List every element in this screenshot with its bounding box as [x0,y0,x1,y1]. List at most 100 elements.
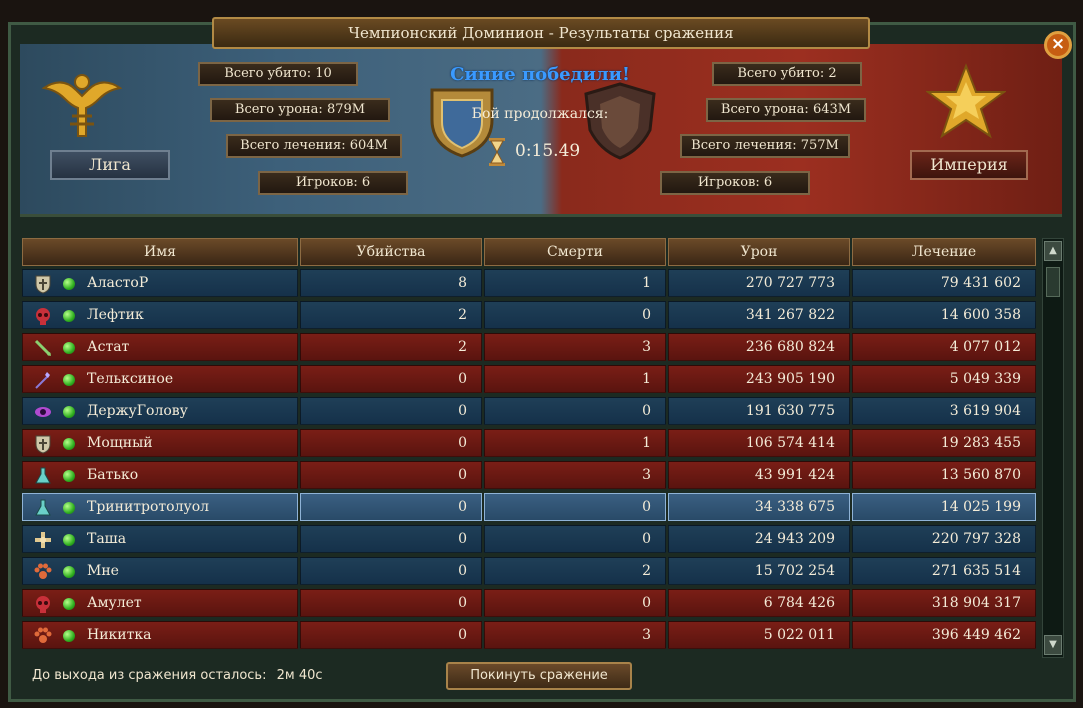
healing-cell: 220 797 328 [852,525,1036,553]
exit-countdown: До выхода из сражения осталось: 2м 40с [32,668,323,683]
footer-bar: До выхода из сражения осталось: 2м 40с П… [20,660,1062,696]
table-row[interactable]: Мне 0 2 15 702 254 271 635 514 [20,556,1038,586]
table-row[interactable]: Мощный 0 1 106 574 414 19 283 455 [20,428,1038,458]
deaths-cell: 0 [484,589,666,617]
flask-icon [35,467,51,484]
skull-icon [36,308,50,325]
player-name: Астат [87,339,130,355]
arrow-icon [34,339,52,357]
close-button[interactable]: × [1044,31,1072,59]
player-name: Никитка [87,627,152,643]
battle-duration-value: 0:15.49 [515,141,581,161]
player-name: Амулет [87,595,142,611]
kills-cell: 2 [300,333,482,361]
right-total-damage: Всего урона: 643M [706,98,866,122]
player-name-cell: АластоР [22,269,298,297]
damage-cell: 24 943 209 [668,525,850,553]
leave-battle-button[interactable]: Покинуть сражение [446,662,632,690]
table-row[interactable]: Лефтик 2 0 341 267 822 14 600 358 [20,300,1038,330]
table-row[interactable]: Амулет 0 0 6 784 426 318 904 317 [20,588,1038,618]
deaths-cell: 0 [484,493,666,521]
table-row[interactable]: Тринитротолуол 0 0 34 338 675 14 025 199 [20,492,1038,522]
column-header-deaths[interactable]: Смерти [484,238,666,266]
player-name: Таша [87,531,127,547]
healing-cell: 13 560 870 [852,461,1036,489]
table-row[interactable]: Астат 2 3 236 680 824 4 077 012 [20,332,1038,362]
exit-countdown-value: 2м 40с [276,668,323,683]
right-faction-name: Империя [910,150,1028,180]
left-player-count: Игроков: 6 [258,171,408,195]
table-row[interactable]: ДержуГолову 0 0 191 630 775 3 619 904 [20,396,1038,426]
player-name-cell: Мощный [22,429,298,457]
kills-cell: 0 [300,429,482,457]
empire-star-icon [926,63,1006,139]
deaths-cell: 3 [484,621,666,649]
league-crest-icon [42,74,122,137]
damage-cell: 15 702 254 [668,557,850,585]
scroll-down-arrow-icon[interactable]: ▼ [1044,635,1062,655]
healing-cell: 19 283 455 [852,429,1036,457]
healing-cell: 318 904 317 [852,589,1036,617]
right-total-healing: Всего лечения: 757M [680,134,850,158]
scrollbar-thumb[interactable] [1046,267,1060,297]
damage-cell: 5 022 011 [668,621,850,649]
left-total-healing: Всего лечения: 604M [226,134,402,158]
kills-cell: 0 [300,557,482,585]
exit-countdown-label: До выхода из сражения осталось: [32,668,267,683]
column-header-healing[interactable]: Лечение [852,238,1036,266]
player-name: Лефтик [87,307,144,323]
player-name-cell: Лефтик [22,301,298,329]
flask-icon [35,499,51,516]
player-name: Тринитротолуол [87,499,210,515]
online-status-icon [63,502,75,514]
window-title: Чемпионский Доминион - Результаты сражен… [212,17,870,49]
right-total-kills: Всего убито: 2 [712,62,862,86]
online-status-icon [63,278,75,290]
player-name-cell: Мне [22,557,298,585]
player-name: Батько [87,467,139,483]
healing-cell: 271 635 514 [852,557,1036,585]
cross-icon [35,532,51,548]
deaths-cell: 0 [484,525,666,553]
healing-cell: 3 619 904 [852,397,1036,425]
damage-cell: 43 991 424 [668,461,850,489]
table-row[interactable]: Батько 0 3 43 991 424 13 560 870 [20,460,1038,490]
kills-cell: 0 [300,493,482,521]
deaths-cell: 2 [484,557,666,585]
healing-cell: 396 449 462 [852,621,1036,649]
table-row[interactable]: Тельксиное 0 1 243 905 190 5 049 339 [20,364,1038,394]
table-row[interactable]: АластоР 8 1 270 727 773 79 431 602 [20,268,1038,298]
table-row[interactable]: Таша 0 0 24 943 209 220 797 328 [20,524,1038,554]
online-status-icon [63,534,75,546]
healing-cell: 5 049 339 [852,365,1036,393]
deaths-cell: 0 [484,301,666,329]
player-name-cell: Тринитротолуол [22,493,298,521]
column-header-kills[interactable]: Убийства [300,238,482,266]
online-status-icon [63,310,75,322]
player-name: Мне [87,563,119,579]
scroll-up-arrow-icon[interactable]: ▲ [1044,241,1062,261]
battle-summary-banner: Лига Всего убито: 10 Всего урона: 879M В… [20,44,1062,217]
skull-icon [36,596,50,613]
column-header-damage[interactable]: Урон [668,238,850,266]
left-total-damage: Всего урона: 879M [210,98,390,122]
deaths-cell: 1 [484,429,666,457]
deaths-cell: 1 [484,269,666,297]
deaths-cell: 0 [484,397,666,425]
healing-cell: 14 025 199 [852,493,1036,521]
table-row[interactable]: Никитка 0 3 5 022 011 396 449 462 [20,620,1038,650]
damage-cell: 341 267 822 [668,301,850,329]
column-header-name[interactable]: Имя [22,238,298,266]
battle-duration-label: Бой продолжался: [471,106,609,122]
eye-icon [35,407,51,417]
deaths-cell: 3 [484,333,666,361]
deaths-cell: 1 [484,365,666,393]
table-scrollbar[interactable]: ▲ ▼ [1042,238,1064,658]
healing-cell: 14 600 358 [852,301,1036,329]
kills-cell: 0 [300,621,482,649]
player-name: Мощный [87,435,153,451]
paw-icon [34,563,52,579]
damage-cell: 191 630 775 [668,397,850,425]
right-player-count: Игроков: 6 [660,171,810,195]
player-name-cell: Никитка [22,621,298,649]
